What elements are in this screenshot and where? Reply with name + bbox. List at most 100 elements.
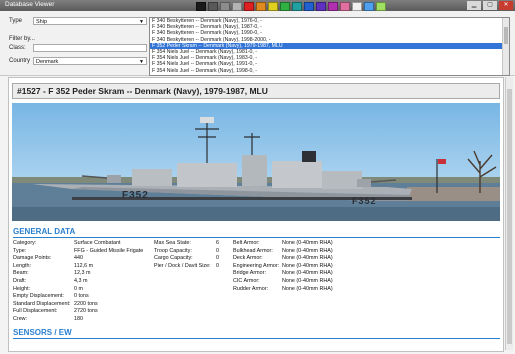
- spec-label: Crew:: [13, 315, 28, 322]
- spec-row: Bridge Armor: None (0-40mm RHA): [233, 270, 373, 278]
- spec-value: None (0-40mm RHA): [282, 247, 333, 254]
- color-swatch[interactable]: [376, 2, 386, 11]
- spec-row: Draft: 4,3 m: [13, 278, 153, 286]
- spec-value: FFG - Guided Missile Frigate: [74, 247, 144, 254]
- spec-label: Category:: [13, 240, 37, 246]
- spec-value: 180: [74, 315, 83, 322]
- spec-row: Standard Displacement: 2200 tons: [13, 301, 153, 309]
- color-swatch[interactable]: [340, 2, 350, 11]
- spec-value: 440: [74, 255, 83, 262]
- color-swatch[interactable]: [244, 2, 254, 11]
- spec-label: Cargo Capacity:: [154, 255, 193, 262]
- results-list-scrollbar[interactable]: [502, 18, 509, 75]
- spec-row: CIC Armor: None (0-40mm RHA): [233, 278, 373, 286]
- spec-label: Empty Displacement:: [13, 293, 64, 300]
- minimize-button[interactable]: ▁: [467, 1, 481, 10]
- color-swatch[interactable]: [316, 2, 326, 11]
- results-list[interactable]: F 340 Beskytteren -- Denmark (Navy), 197…: [149, 17, 510, 76]
- spec-value: 0: [216, 247, 219, 254]
- window-controls: ▁ ▢ ✕: [467, 1, 513, 10]
- spec-label: Engineering Armor:: [233, 262, 280, 269]
- spec-label: Draft:: [13, 277, 27, 284]
- color-swatch[interactable]: [268, 2, 278, 11]
- detail-title: #1527 - F 352 Peder Skram -- Denmark (Na…: [12, 83, 500, 99]
- color-swatch[interactable]: [292, 2, 302, 11]
- spec-value: 0 tons: [74, 293, 89, 300]
- chevron-down-icon: ▼: [139, 19, 144, 25]
- spec-label: Pier / Dock / Davit Size:: [154, 262, 211, 269]
- spec-row: Bulkhead Armor: None (0-40mm RHA): [233, 248, 373, 256]
- type-select-value: Ship: [36, 19, 48, 25]
- chevron-down-icon: ▼: [139, 59, 144, 65]
- spec-row: Empty Displacement: 0 tons: [13, 293, 153, 301]
- color-swatch[interactable]: [220, 2, 230, 11]
- spec-row: Max Sea State: 6: [154, 240, 234, 248]
- spec-row: Height: 0 m: [13, 286, 153, 294]
- maximize-button[interactable]: ▢: [483, 1, 497, 10]
- spec-value: 2720 tons: [74, 308, 98, 315]
- spec-value: 0: [216, 255, 219, 262]
- spec-column-capacity: Max Sea State: 6 Troop Capacity: 0 Cargo Cap…: [154, 240, 234, 270]
- spec-row: Pier / Dock / Davit Size: 0: [154, 263, 234, 271]
- scroll-thumb[interactable]: [504, 26, 508, 44]
- class-field[interactable]: [33, 44, 147, 52]
- spec-label: Belt Armor:: [233, 240, 260, 246]
- color-swatch[interactable]: [208, 2, 218, 11]
- type-label: Type: [9, 18, 23, 24]
- scroll-thumb[interactable]: [507, 89, 512, 344]
- spec-row: Rudder Armor: None (0-40mm RHA): [233, 286, 373, 294]
- color-swatch[interactable]: [352, 2, 362, 11]
- spec-label: Beam:: [13, 270, 29, 277]
- spec-label: Height:: [13, 285, 31, 292]
- spec-value: None (0-40mm RHA): [282, 255, 333, 262]
- spec-row: Deck Armor: None (0-40mm RHA): [233, 255, 373, 263]
- spec-value: 4,3 m: [74, 277, 88, 284]
- spec-label: Rudder Armor:: [233, 285, 269, 292]
- hull-number: F352: [122, 190, 149, 201]
- spec-label: Length:: [13, 262, 31, 269]
- spec-label: CIC Armor:: [233, 277, 260, 284]
- spec-row: Type: FFG - Guided Missile Frigate: [13, 248, 153, 256]
- detail-scrollbar[interactable]: [505, 77, 513, 350]
- close-button[interactable]: ✕: [499, 1, 513, 10]
- spec-row: Category: Surface Combatant: [13, 240, 153, 248]
- color-swatch[interactable]: [280, 2, 290, 11]
- spec-row: Length: 112,6 m: [13, 263, 153, 271]
- spec-row: Crew: 180: [13, 316, 153, 324]
- spec-label: Standard Displacement:: [13, 300, 71, 307]
- country-select[interactable]: Denmark ▼: [33, 57, 147, 65]
- general-data-table: Category: Surface Combatant Type: FFG - Gui…: [13, 240, 500, 336]
- spec-row: Troop Capacity: 0: [154, 248, 234, 256]
- color-swatch[interactable]: [328, 2, 338, 11]
- class-label: Class:: [9, 45, 26, 51]
- spec-row: Cargo Capacity: 0: [154, 255, 234, 263]
- spec-value: 2200 tons: [74, 300, 98, 307]
- spec-value: 0: [216, 262, 219, 269]
- spec-value: 0 m: [74, 285, 83, 292]
- spec-label: Troop Capacity:: [154, 247, 192, 254]
- spec-value: Surface Combatant: [74, 240, 121, 246]
- spec-row: Full Displacement: 2720 tons: [13, 308, 153, 316]
- window-title: Database Viewer: [5, 1, 55, 8]
- spec-label: Bridge Armor:: [233, 270, 266, 277]
- ship-photo: F352 F352: [12, 103, 500, 221]
- color-swatch[interactable]: [256, 2, 266, 11]
- color-swatch[interactable]: [304, 2, 314, 11]
- spec-value: 112,6 m: [74, 262, 94, 269]
- spec-value: None (0-40mm RHA): [282, 262, 333, 269]
- results-list-items: F 340 Beskytteren -- Denmark (Navy), 197…: [150, 18, 509, 74]
- spec-value: None (0-40mm RHA): [282, 240, 333, 246]
- spec-column-armor: Belt Armor: None (0-40mm RHA) Bulkhead Arm…: [233, 240, 373, 293]
- list-item[interactable]: F 354 Niels Juel -- Denmark (Navy), 1998…: [150, 68, 509, 74]
- spec-label: Deck Armor:: [233, 255, 263, 262]
- spec-label: Max Sea State:: [154, 240, 191, 246]
- color-swatch[interactable]: [232, 2, 242, 11]
- spec-value: None (0-40mm RHA): [282, 277, 333, 284]
- spec-row: Beam: 12,3 m: [13, 270, 153, 278]
- filter-by-label: Filter by...: [9, 36, 35, 42]
- spec-value: None (0-40mm RHA): [282, 285, 333, 292]
- color-swatch[interactable]: [364, 2, 374, 11]
- type-select[interactable]: Ship ▼: [33, 17, 147, 25]
- spec-row: Belt Armor: None (0-40mm RHA): [233, 240, 373, 248]
- color-swatch[interactable]: [196, 2, 206, 11]
